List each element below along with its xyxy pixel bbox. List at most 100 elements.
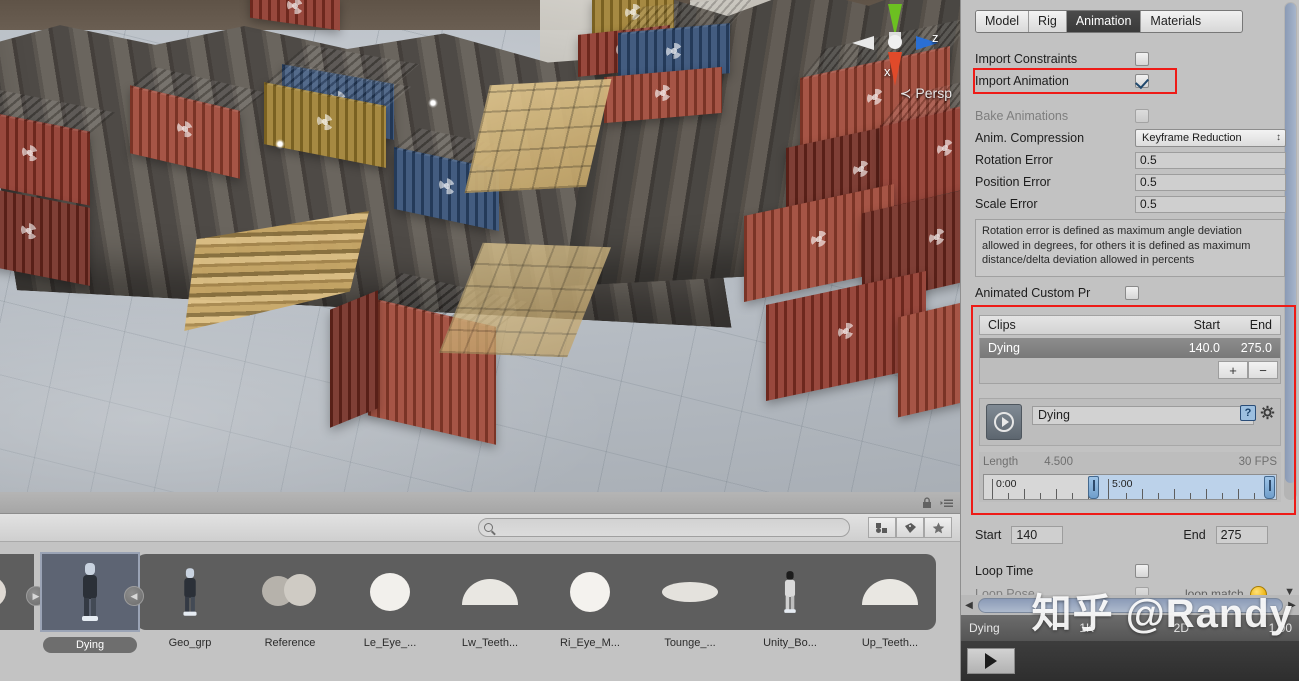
timeline-tick — [1254, 493, 1255, 499]
asset-label: e — [0, 637, 34, 649]
clips-column-name: Clips — [988, 318, 1016, 332]
asset-item-partial[interactable]: e — [0, 554, 34, 654]
asset-item-reference[interactable]: Reference — [242, 554, 338, 654]
tab-materials[interactable]: Materials — [1141, 11, 1211, 32]
project-panel[interactable]: e ▶ Dying ◀ Geo_grp — [0, 492, 960, 681]
asset-item-geo-grp[interactable]: Geo_grp — [142, 554, 238, 654]
inspector-horizontal-scrollbar[interactable]: ◀ ▶ — [961, 595, 1299, 615]
clip-preview-play-button[interactable] — [986, 404, 1022, 440]
asset-prev-arrow-icon[interactable]: ◀ — [124, 586, 144, 606]
tab-model[interactable]: Model — [976, 11, 1030, 32]
import-constraints-checkbox[interactable] — [1135, 52, 1149, 66]
asset-filter-button[interactable] — [868, 517, 896, 538]
preview-play-button[interactable] — [967, 648, 1015, 674]
timeline-tick — [1056, 489, 1057, 499]
filter-button-group — [868, 517, 952, 538]
search-icon — [484, 523, 493, 532]
preview-control-bar — [961, 641, 1299, 681]
lock-icon[interactable] — [920, 496, 934, 510]
character-figure-icon — [78, 563, 102, 621]
asset-thumbnail — [742, 554, 838, 630]
clips-list-row[interactable]: Dying 140.0 275.0 — [979, 338, 1281, 358]
timeline-end-handle[interactable] — [1264, 476, 1275, 499]
asset-thumbnail — [642, 554, 738, 630]
clips-list-footer: + − — [979, 358, 1281, 384]
inspector-panel[interactable]: Model Rig Animation Materials Import Con… — [960, 0, 1299, 681]
loop-time-row: Loop Time — [975, 560, 1286, 582]
position-error-label: Position Error — [975, 175, 1051, 189]
timeline-start-handle[interactable] — [1088, 476, 1099, 499]
project-toolbar — [0, 514, 960, 542]
scroll-right-arrow-icon[interactable]: ▶ — [1284, 600, 1299, 611]
scale-error-input[interactable]: 0.5 — [1135, 195, 1286, 213]
timeline-tick — [1190, 493, 1191, 499]
asset-item-dying[interactable]: Dying — [40, 552, 140, 654]
asset-item-ri-eye[interactable]: Ri_Eye_M... — [542, 554, 638, 654]
asset-strip[interactable]: e ▶ Dying ◀ Geo_grp — [0, 542, 960, 681]
gizmo-x-label: x — [884, 64, 891, 79]
label-filter-button[interactable] — [896, 517, 924, 538]
favorite-filter-button[interactable] — [924, 517, 952, 538]
timeline-fps-label: 30 FPS — [1238, 456, 1277, 468]
animated-custom-props-checkbox[interactable] — [1125, 286, 1139, 300]
double-blob-icon — [262, 574, 318, 610]
arc-icon — [862, 579, 918, 605]
bake-animations-label: Bake Animations — [975, 109, 1069, 123]
timeline-tick-start: 0:00 — [996, 478, 1017, 490]
timeline-length-value: 4.500 — [1044, 456, 1073, 468]
asset-item-unity-bo[interactable]: Unity_Bo... — [742, 554, 838, 654]
clip-end-label: End — [1183, 528, 1206, 542]
import-constraints-row: Import Constraints — [975, 48, 1286, 70]
asset-item-up-teeth[interactable]: Up_Teeth... — [842, 554, 938, 654]
remove-clip-button[interactable]: − — [1248, 361, 1278, 379]
asset-label: Reference — [264, 637, 316, 649]
asset-label: Tounge_... — [664, 637, 716, 649]
timeline-tick — [1024, 489, 1025, 499]
add-clip-button[interactable]: + — [1218, 361, 1248, 379]
timeline-bar[interactable]: 0:00 5:00 — [983, 474, 1277, 500]
search-input[interactable] — [478, 518, 850, 537]
horizontal-scrollbar-thumb[interactable] — [978, 597, 1283, 613]
bake-animations-checkbox — [1135, 109, 1149, 123]
timeline-tick — [1108, 479, 1109, 499]
asset-label: Dying — [43, 637, 137, 653]
flat-blob-icon — [662, 582, 718, 602]
asset-item-tounge[interactable]: Tounge_... — [642, 554, 738, 654]
help-icon[interactable]: ? — [1240, 405, 1256, 421]
timeline-tick — [1158, 493, 1159, 499]
hamburger-menu-icon[interactable] — [940, 496, 954, 510]
import-animation-checkbox[interactable] — [1135, 74, 1149, 88]
asset-label: Unity_Bo... — [763, 637, 817, 649]
position-error-input[interactable]: 0.5 — [1135, 173, 1286, 191]
animated-custom-props-row: Animated Custom Pr — [975, 282, 1286, 304]
blob-icon — [370, 573, 410, 611]
asset-item-le-eye[interactable]: Le_Eye_... — [342, 554, 438, 654]
scene-projection-label[interactable]: ≺ Persp — [900, 85, 952, 102]
tab-rig[interactable]: Rig — [1029, 11, 1067, 32]
rotation-error-input[interactable]: 0.5 — [1135, 151, 1286, 169]
clip-name-input[interactable]: Dying — [1032, 406, 1254, 425]
clip-timeline[interactable]: Length 4.500 30 FPS 0:00 5:00 — [979, 452, 1281, 502]
clips-list-header: Clips Start End — [979, 315, 1281, 335]
inspector-tab-bar[interactable]: Model Rig Animation Materials — [975, 10, 1243, 33]
gizmo-z-label: z — [932, 30, 939, 45]
anim-compression-dropdown[interactable]: Keyframe Reduction — [1135, 129, 1286, 147]
import-animation-label: Import Animation — [975, 74, 1069, 88]
clip-end-input[interactable]: 275 — [1215, 526, 1268, 544]
timeline-tick — [1222, 493, 1223, 499]
timeline-labels: Length 4.500 30 FPS — [983, 456, 1277, 468]
asset-label: Up_Teeth... — [861, 637, 919, 649]
loop-time-checkbox[interactable] — [1135, 564, 1149, 578]
asset-item-lw-teeth[interactable]: Lw_Teeth... — [442, 554, 538, 654]
gear-icon[interactable] — [1260, 405, 1276, 421]
loop-time-label: Loop Time — [975, 564, 1034, 578]
scene-light-probe — [275, 139, 285, 149]
scroll-left-arrow-icon[interactable]: ◀ — [961, 600, 977, 611]
asset-label: Geo_grp — [168, 637, 212, 649]
tab-animation[interactable]: Animation — [1066, 11, 1142, 32]
timeline-tick — [1174, 489, 1175, 499]
scene-view[interactable]: x z ≺ Persp — [0, 0, 960, 492]
asset-label: Lw_Teeth... — [461, 637, 519, 649]
inspector-scrollbar-thumb[interactable] — [1285, 3, 1296, 483]
clip-start-input[interactable]: 140 — [1011, 526, 1064, 544]
